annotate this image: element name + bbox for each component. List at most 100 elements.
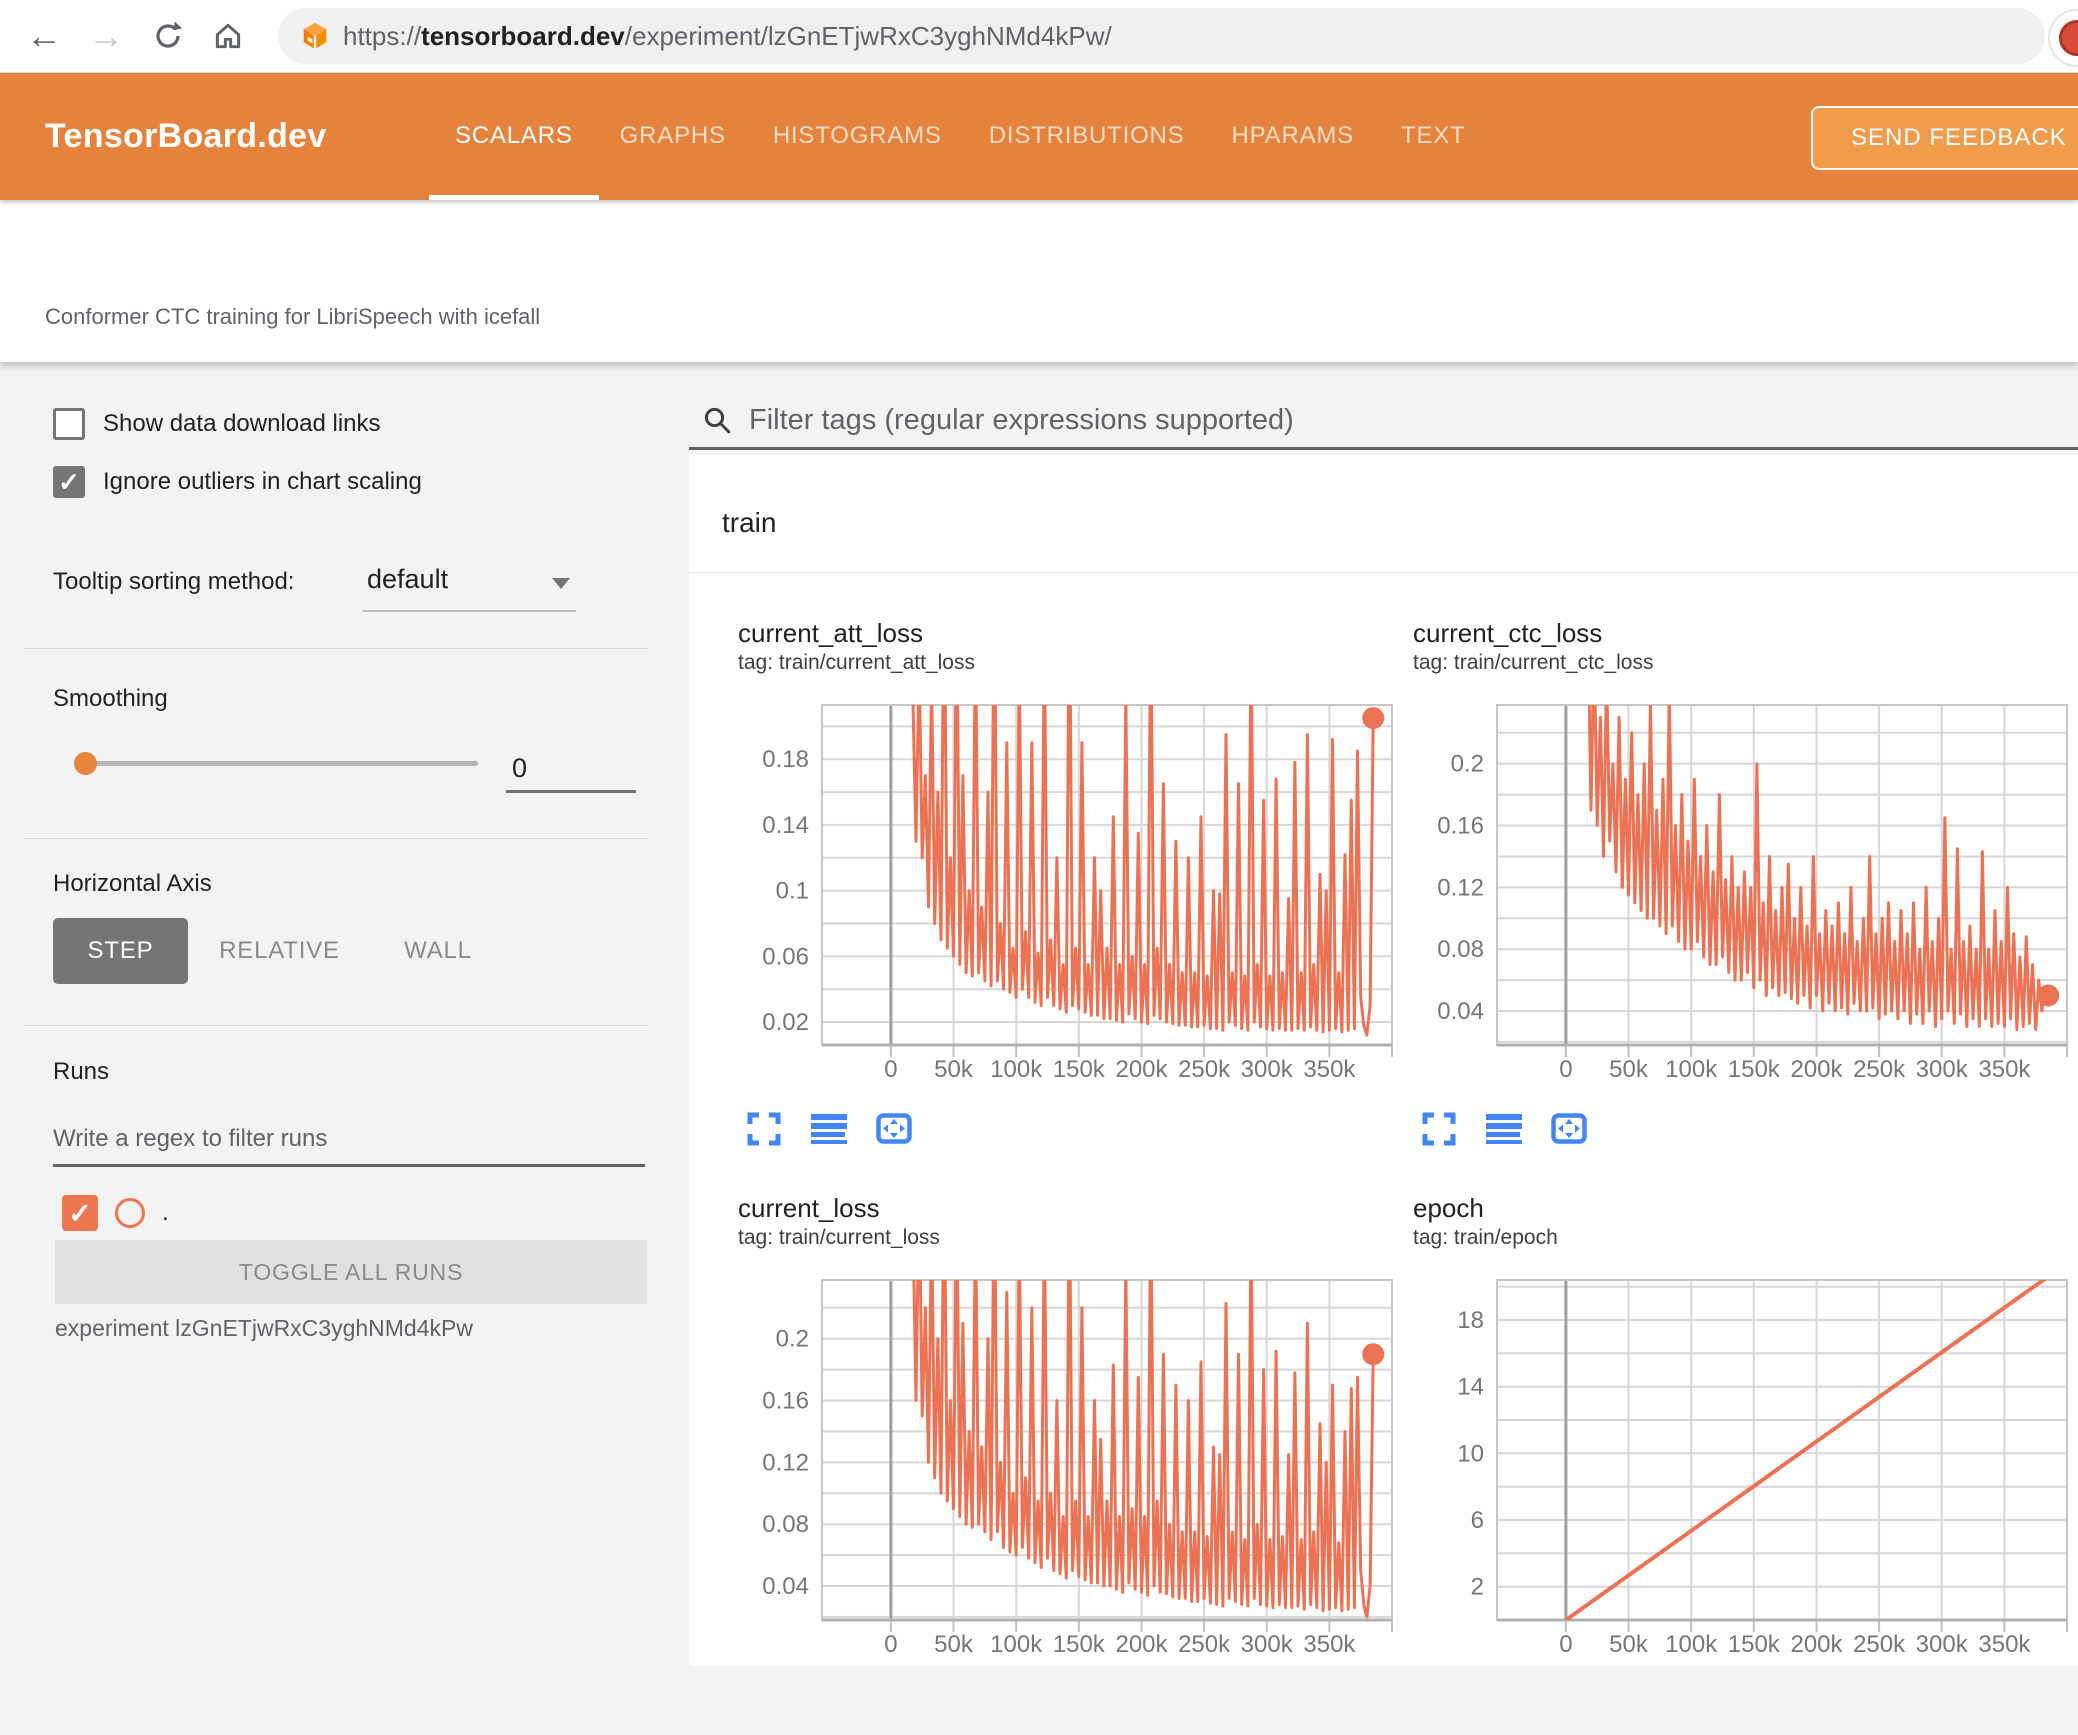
experiment-title-strip: Conformer CTC training for LibriSpeech w… [0,200,2078,362]
svg-text:18: 18 [1457,1307,1484,1334]
svg-text:0.08: 0.08 [1437,936,1484,963]
chart-title: epoch [1413,1193,1484,1223]
chart-tag: tag: train/current_ctc_loss [1413,651,1654,674]
svg-text:300k: 300k [1241,1631,1294,1658]
svg-text:0: 0 [1559,1631,1572,1658]
axis-relative-button[interactable]: RELATIVE [212,918,347,984]
runs-filter-input[interactable] [53,1114,645,1167]
expand-chart-icon[interactable] [746,1111,782,1147]
forward-icon[interactable]: → [84,0,128,72]
content-area: Show data download links ✓ Ignore outlie… [0,362,2078,1666]
svg-text:250k: 250k [1853,1056,1906,1083]
log-scale-icon[interactable] [1486,1111,1522,1147]
checkbox-unchecked-icon[interactable] [53,408,85,440]
run-checkbox-checked-icon[interactable]: ✓ [62,1195,98,1231]
svg-text:50k: 50k [934,1056,974,1083]
tab-hparams[interactable]: HPARAMS [1231,122,1354,150]
tooltip-sorting-row: Tooltip sorting method: [53,558,294,596]
svg-text:200k: 200k [1115,1631,1168,1658]
fit-domain-icon[interactable] [876,1111,912,1147]
chart-card-current-att-loss: current_att_loss tag: train/current_att_… [689,585,1393,1160]
run-name: . [162,1199,169,1226]
run-color-swatch-icon [115,1198,145,1228]
ignore-outliers-row[interactable]: ✓ Ignore outliers in chart scaling [53,466,422,498]
filter-tags-input[interactable] [749,398,2029,442]
svg-text:0: 0 [1559,1056,1572,1083]
svg-text:0.04: 0.04 [762,1573,809,1600]
svg-text:0.12: 0.12 [1437,874,1484,901]
svg-text:0.16: 0.16 [762,1388,809,1415]
tooltip-sorting-select[interactable]: default [363,558,576,612]
svg-text:0.04: 0.04 [1437,998,1484,1025]
svg-text:300k: 300k [1916,1056,1969,1083]
chart-card-current-loss: current_loss tag: train/current_loss 0.0… [689,1160,1393,1735]
line-chart-epoch[interactable]: 2 6 10 14 18 0 50k 100k 150k 200k 250k 300k 350k [1364,1260,2074,1660]
line-chart-current-att-loss[interactable]: 0.02 0.06 0.1 0.14 0.18 0 50k 100k 150k 200k 250k 3… [689,685,1399,1085]
svg-text:0.12: 0.12 [762,1449,809,1476]
checkbox-checked-icon[interactable]: ✓ [53,466,85,498]
back-icon[interactable]: ← [22,0,66,72]
smoothing-value-input[interactable] [506,746,636,793]
divider [24,648,648,649]
line-chart-current-ctc-loss[interactable]: 0.04 0.08 0.12 0.16 0.2 0 50k 100k 150k 200k 250k 3… [1364,685,2074,1085]
smoothing-slider-track[interactable] [75,761,478,766]
fit-domain-icon[interactable] [1551,1111,1587,1147]
svg-text:0.16: 0.16 [1437,813,1484,840]
svg-text:100k: 100k [1665,1056,1718,1083]
divider [24,1025,648,1026]
tooltip-sorting-label: Tooltip sorting method: [53,568,295,595]
chart-card-epoch: epoch tag: train/epoch 2 6 10 14 18 0 50k 100k 1… [1364,1160,2068,1735]
url-bar[interactable]: https://tensorboard.dev/experiment/lzGnE… [278,8,2045,64]
chart-tag: tag: train/current_loss [738,1226,940,1249]
train-section-card: train current_att_loss tag: train/curren… [689,455,2078,1666]
axis-step-button[interactable]: STEP [53,918,188,984]
browser-toolbar: ← → https://tensorboard.dev/experiment/l… [0,0,2078,73]
svg-text:350k: 350k [1978,1631,2031,1658]
section-title-train[interactable]: train [722,507,776,539]
svg-text:50k: 50k [934,1631,974,1658]
nav-tabs: SCALARS GRAPHS HISTOGRAMS DISTRIBUTIONS … [455,72,1466,200]
chart-toolbar [746,1111,1364,1147]
tab-distributions[interactable]: DISTRIBUTIONS [989,122,1185,150]
profile-avatar[interactable] [2048,9,2078,67]
run-item[interactable]: ✓ . [62,1195,169,1231]
tab-graphs[interactable]: GRAPHS [620,122,726,150]
svg-text:50k: 50k [1609,1631,1649,1658]
log-scale-icon[interactable] [811,1111,847,1147]
tab-scalars[interactable]: SCALARS [455,122,573,150]
toggle-all-runs-button[interactable]: TOGGLE ALL RUNS [55,1240,647,1304]
svg-text:0.08: 0.08 [762,1511,809,1538]
svg-text:0.06: 0.06 [762,943,809,970]
line-chart-current-loss[interactable]: 0.04 0.08 0.12 0.16 0.2 0 50k 100k 150k 200k 250k 3… [689,1260,1399,1660]
experiment-id-line: experiment lzGnETjwRxC3yghNMd4kPw [55,1315,473,1341]
chart-tag: tag: train/current_att_loss [738,651,975,674]
svg-text:6: 6 [1471,1507,1484,1534]
home-icon[interactable] [206,0,250,72]
app-header: TensorBoard.dev SCALARS GRAPHS HISTOGRAM… [0,72,2078,200]
tooltip-sorting-value: default [367,564,449,594]
svg-text:0: 0 [884,1056,897,1083]
chart-toolbar [1421,1111,2039,1147]
tab-histograms[interactable]: HISTOGRAMS [773,122,942,150]
svg-text:100k: 100k [1665,1631,1718,1658]
svg-text:250k: 250k [1853,1631,1906,1658]
svg-text:2: 2 [1471,1574,1484,1601]
chart-title: current_ctc_loss [1413,618,1603,648]
send-feedback-button[interactable]: SEND FEEDBACK [1811,106,2078,170]
svg-text:150k: 150k [1728,1631,1781,1658]
smoothing-slider-handle[interactable] [74,752,97,775]
expand-chart-icon[interactable] [1421,1111,1457,1147]
svg-text:100k: 100k [990,1056,1043,1083]
svg-text:300k: 300k [1241,1056,1294,1083]
reload-icon[interactable] [146,0,190,72]
svg-text:10: 10 [1457,1440,1484,1467]
show-download-links-row[interactable]: Show data download links [53,408,381,440]
tab-text[interactable]: TEXT [1401,122,1466,150]
svg-text:0: 0 [884,1631,897,1658]
svg-text:350k: 350k [1978,1056,2031,1083]
chart-tag: tag: train/epoch [1413,1226,1558,1249]
search-icon [704,407,731,434]
axis-wall-button[interactable]: WALL [383,918,493,984]
tensorboard-favicon [303,22,327,49]
smoothing-label: Smoothing [53,685,168,712]
